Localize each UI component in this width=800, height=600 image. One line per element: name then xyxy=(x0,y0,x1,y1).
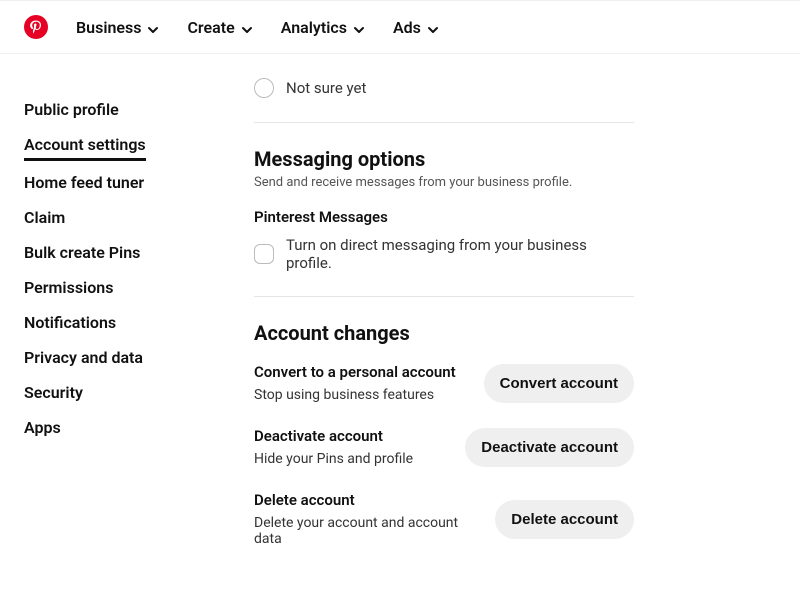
deactivate-desc: Hide your Pins and profile xyxy=(254,451,449,467)
direct-messaging-label: Turn on direct messaging from your busin… xyxy=(286,236,634,272)
convert-account-button[interactable]: Convert account xyxy=(484,364,634,403)
convert-text: Convert to a personal account Stop using… xyxy=(254,363,468,403)
chevron-down-icon xyxy=(427,21,439,33)
chevron-down-icon xyxy=(147,21,159,33)
sidebar-item-bulk-create-pins[interactable]: Bulk create Pins xyxy=(24,235,214,270)
main-content: Not sure yet Messaging options Send and … xyxy=(254,78,634,571)
nav-label: Business xyxy=(76,18,141,37)
direct-messaging-option: Turn on direct messaging from your busin… xyxy=(254,236,634,272)
sidebar-item-claim[interactable]: Claim xyxy=(24,200,214,235)
chevron-down-icon xyxy=(353,21,365,33)
messaging-title: Messaging options xyxy=(254,147,634,171)
delete-account-row: Delete account Delete your account and a… xyxy=(254,491,634,547)
deactivate-title: Deactivate account xyxy=(254,427,449,445)
checkbox-direct-messaging[interactable] xyxy=(254,244,274,264)
account-changes-section: Account changes Convert to a personal ac… xyxy=(254,321,634,547)
sidebar-item-notifications[interactable]: Notifications xyxy=(24,305,214,340)
pinterest-messages-title: Pinterest Messages xyxy=(254,208,634,226)
nav-label: Create xyxy=(187,18,234,37)
divider xyxy=(254,122,634,123)
pinterest-logo-icon[interactable] xyxy=(24,15,48,39)
nav-ads[interactable]: Ads xyxy=(393,18,439,37)
sidebar-item-security[interactable]: Security xyxy=(24,375,214,410)
delete-desc: Delete your account and account data xyxy=(254,515,479,547)
sidebar-item-public-profile[interactable]: Public profile xyxy=(24,92,214,127)
chevron-down-icon xyxy=(241,21,253,33)
deactivate-text: Deactivate account Hide your Pins and pr… xyxy=(254,427,449,467)
nav-create[interactable]: Create xyxy=(187,18,252,37)
deactivate-account-row: Deactivate account Hide your Pins and pr… xyxy=(254,427,634,467)
sidebar-item-home-feed-tuner[interactable]: Home feed tuner xyxy=(24,165,214,200)
convert-account-row: Convert to a personal account Stop using… xyxy=(254,363,634,403)
divider xyxy=(254,296,634,297)
page-body: Public profile Account settings Home fee… xyxy=(0,54,800,595)
messaging-section: Messaging options Send and receive messa… xyxy=(254,147,634,272)
convert-desc: Stop using business features xyxy=(254,387,468,403)
sidebar-item-privacy-data[interactable]: Privacy and data xyxy=(24,340,214,375)
delete-account-button[interactable]: Delete account xyxy=(495,500,634,539)
sidebar-item-account-settings[interactable]: Account settings xyxy=(24,127,146,161)
settings-sidebar: Public profile Account settings Home fee… xyxy=(24,78,214,571)
nav-label: Ads xyxy=(393,18,421,37)
convert-title: Convert to a personal account xyxy=(254,363,468,381)
nav-analytics[interactable]: Analytics xyxy=(281,18,365,37)
delete-text: Delete account Delete your account and a… xyxy=(254,491,479,547)
nav-business[interactable]: Business xyxy=(76,18,159,37)
sidebar-item-permissions[interactable]: Permissions xyxy=(24,270,214,305)
account-changes-title: Account changes xyxy=(254,321,634,345)
nav-label: Analytics xyxy=(281,18,347,37)
radio-not-sure[interactable] xyxy=(254,78,274,98)
not-sure-label: Not sure yet xyxy=(286,79,366,97)
sidebar-item-apps[interactable]: Apps xyxy=(24,410,214,445)
messaging-desc: Send and receive messages from your busi… xyxy=(254,175,634,190)
delete-title: Delete account xyxy=(254,491,479,509)
deactivate-account-button[interactable]: Deactivate account xyxy=(465,428,634,467)
top-nav: Business Create Analytics Ads xyxy=(0,0,800,54)
not-sure-option: Not sure yet xyxy=(254,78,634,98)
